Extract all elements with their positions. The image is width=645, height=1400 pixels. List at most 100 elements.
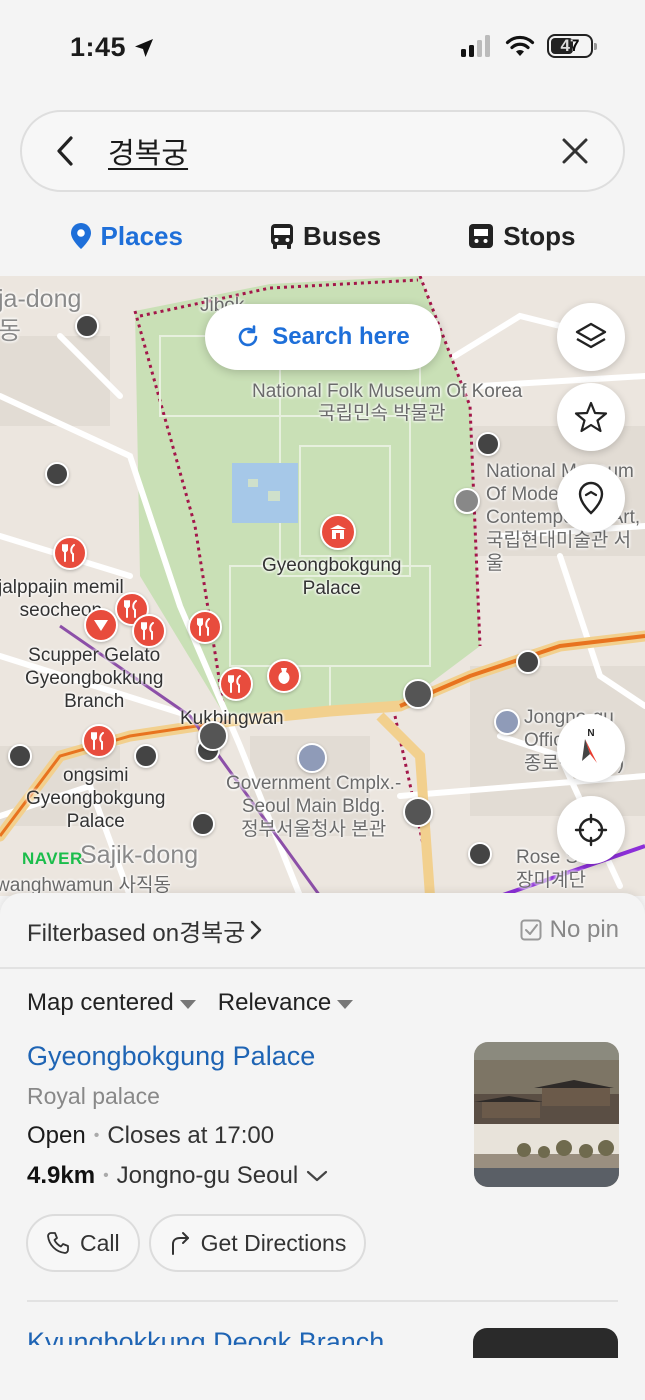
search-bar[interactable]: 경복궁 <box>20 110 625 192</box>
result-item[interactable]: Gyeongbokgung Palace Royal palace Open •… <box>27 1041 619 1190</box>
bike-station-icon[interactable] <box>191 812 215 836</box>
government-building-icon[interactable] <box>297 743 327 773</box>
tab-stops-label: Stops <box>503 220 576 251</box>
map-label-folk-museum: National Folk Museum Of Korea <box>252 381 523 402</box>
office-building-icon[interactable] <box>494 709 520 735</box>
fork-knife-icon <box>141 622 154 640</box>
dessert-marker[interactable] <box>84 608 118 642</box>
star-icon <box>574 401 608 433</box>
favorites-button[interactable] <box>557 383 625 451</box>
tab-stops[interactable]: Stops <box>468 221 575 252</box>
next-result-thumbnail[interactable] <box>473 1328 618 1358</box>
clock-text: 1:45 <box>70 32 127 62</box>
map-centered-dropdown[interactable]: Map centered <box>27 989 196 1017</box>
fork-knife-icon <box>197 618 210 636</box>
bike-station-icon[interactable] <box>134 744 158 768</box>
traffic-camera-icon[interactable] <box>403 797 433 827</box>
checkbox-icon <box>520 919 542 941</box>
layers-icon <box>575 322 607 349</box>
map-label-ongsimi: ongsimi Gyeongbokgung Palace <box>26 765 166 832</box>
map-label-palace: Gyeongbokgung Palace <box>262 555 402 599</box>
bike-station-icon[interactable] <box>45 462 69 486</box>
palace-photo <box>474 1042 619 1187</box>
call-label: Call <box>80 1229 120 1256</box>
caret-down-icon <box>179 999 196 1009</box>
museum-image-icon[interactable] <box>454 488 480 514</box>
map-pin-outline-icon <box>578 481 604 515</box>
no-pin-label: No pin <box>549 916 619 943</box>
restaurant-marker-6[interactable] <box>82 724 116 758</box>
my-location-button[interactable] <box>557 796 625 864</box>
pin-button[interactable] <box>557 464 625 532</box>
distance: 4.9km <box>27 1162 96 1189</box>
chevron-right-icon <box>251 920 262 940</box>
restaurant-marker-5[interactable] <box>219 667 253 701</box>
search-input[interactable]: 경복궁 <box>108 130 545 172</box>
compass-button[interactable]: N <box>557 714 625 782</box>
compass-icon: N <box>582 728 597 763</box>
result-divider <box>27 1300 618 1302</box>
map-label-kukbingwan: Kukbingwan <box>180 708 284 729</box>
no-pin-toggle[interactable]: No pin <box>520 916 619 944</box>
filter-label: Filterbased on경복궁 <box>27 919 246 947</box>
fork-knife-icon <box>124 600 137 618</box>
filter-link[interactable]: Filterbased on경복궁 <box>27 913 263 948</box>
sort-row: Map centered Relevance <box>27 989 354 1017</box>
caret-down-icon <box>337 999 354 1009</box>
naver-logo: NAVER <box>22 849 83 868</box>
map-label-district-ko: 동 <box>0 317 22 345</box>
restaurant-marker-1[interactable] <box>53 536 87 570</box>
vase-icon <box>278 668 290 684</box>
bike-station-icon[interactable] <box>75 314 99 338</box>
traffic-camera-icon[interactable] <box>198 721 228 751</box>
tab-buses-label: Buses <box>303 220 382 251</box>
map-label-sajik: Sajik-dong <box>80 841 199 869</box>
get-directions-button[interactable]: Get Directions <box>148 1214 367 1272</box>
restaurant-marker-4[interactable] <box>188 610 222 644</box>
museum-marker[interactable] <box>267 659 301 693</box>
search-here-button[interactable]: Search here <box>205 304 441 370</box>
map-label-folk-museum-ko: 국립민속 박물관 <box>318 403 446 424</box>
bike-station-icon[interactable] <box>8 744 32 768</box>
open-status: Open <box>27 1122 86 1149</box>
address-area: Jongno-gu Seoul <box>116 1162 299 1189</box>
call-button[interactable]: Call <box>26 1214 140 1272</box>
ice-cream-icon <box>94 620 108 631</box>
result-thumbnail[interactable] <box>474 1042 619 1187</box>
chevron-down-icon <box>307 1170 328 1182</box>
map-pin-icon <box>70 223 91 249</box>
tab-places[interactable]: Places <box>70 221 183 252</box>
svg-text:N: N <box>587 728 594 739</box>
traffic-camera-icon[interactable] <box>403 679 433 709</box>
map-label-district: ja-dong <box>0 285 82 313</box>
status-time: 1:45 <box>70 32 156 63</box>
map-view[interactable]: ja-dong 동 Jibok National Folk Museum Of … <box>0 276 645 896</box>
palace-icon <box>330 525 346 539</box>
fork-knife-icon <box>91 732 104 750</box>
wifi-icon <box>505 35 535 56</box>
next-result-title[interactable]: Kyungbokkung Deogk Branch <box>27 1327 384 1345</box>
chevron-left-icon <box>57 136 73 166</box>
fork-knife-icon <box>62 544 75 562</box>
layers-button[interactable] <box>557 303 625 371</box>
bus-icon <box>271 224 294 249</box>
bike-station-icon[interactable] <box>516 650 540 674</box>
map-label-government: Government Cmplx.- Seoul Main Bldg. 정부서울… <box>226 773 402 840</box>
palace-marker[interactable] <box>320 514 356 550</box>
bike-station-icon[interactable] <box>476 432 500 456</box>
directions-arrow-icon <box>171 1232 189 1255</box>
phone-icon <box>47 1232 69 1254</box>
restaurant-marker-3[interactable] <box>132 614 166 648</box>
tab-buses[interactable]: Buses <box>270 221 381 252</box>
bike-station-icon[interactable] <box>468 842 492 866</box>
map-centered-label: Map centered <box>27 989 174 1016</box>
get-directions-label: Get Directions <box>200 1229 347 1256</box>
refresh-icon <box>238 325 258 347</box>
closing-time: Closes at 17:00 <box>107 1122 275 1149</box>
relevance-dropdown[interactable]: Relevance <box>218 989 354 1017</box>
bus-stop-icon <box>469 224 494 248</box>
back-button[interactable] <box>30 112 100 190</box>
clear-search-button[interactable] <box>545 121 605 181</box>
close-icon <box>562 138 588 164</box>
results-sheet[interactable]: Filterbased on경복궁 No pin Map centered Re… <box>0 893 645 1400</box>
